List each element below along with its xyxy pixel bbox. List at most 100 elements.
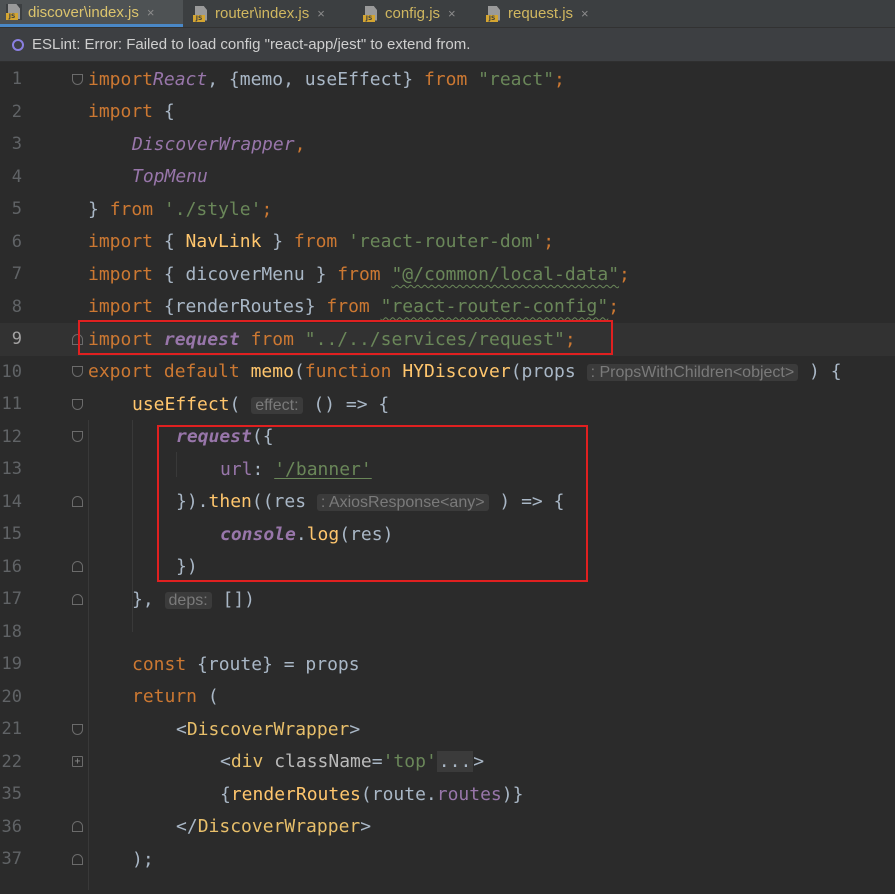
line-number: 21 [1,719,22,740]
close-icon[interactable]: × [448,6,456,21]
fold-marker-icon[interactable] [72,853,83,865]
line-number: 35 [1,784,22,805]
code-token: ( [293,361,305,383]
code-token: import [88,231,154,253]
code-token: , {memo, useEffect} [207,68,424,90]
js-file-icon: JS [486,5,502,22]
code-line: 18 [0,616,895,649]
fold-marker-icon[interactable] [72,496,83,508]
js-file-icon: JS [6,4,22,20]
code-token: from [337,263,381,285]
expand-fold-icon[interactable]: + [72,756,83,768]
fold-marker-icon[interactable] [72,821,83,833]
line-number: 14 [1,491,22,512]
tab-label: discover\index.js [28,3,139,21]
code-token: "react" [478,68,555,90]
editor-tab-bar: JS discover\index.js × JS router\index.j… [0,0,895,28]
line-number: 15 [1,524,22,545]
code-text: <DiscoverWrapper> [176,719,360,740]
code-token: > [349,718,361,740]
fold-marker-icon[interactable] [72,593,83,605]
eslint-error-banner: ESLint: Error: Failed to load config "re… [0,28,895,62]
code-token: useEffect [132,393,230,415]
code-token: , [294,133,306,155]
fold-marker-icon[interactable] [72,73,83,85]
line-number: 7 [11,264,22,285]
fold-marker-icon[interactable] [72,366,83,378]
js-file-icon: JS [193,5,209,22]
code-line: 21 <DiscoverWrapper> [0,713,895,746]
fold-marker-icon[interactable] [72,431,83,443]
code-line: 22 + <div className='top'... > [0,746,895,779]
code-line: 11 useEffect( effect: () => { [0,388,895,421]
highlight-box-request-call [157,425,588,582]
code-token: > [360,816,372,838]
code-editor[interactable]: 1 importReact, {memo, useEffect} from "r… [0,63,895,894]
code-text: const {route} = props [132,654,360,675]
code-line: 37 ); [0,843,895,876]
line-number: 4 [11,166,22,187]
code-token: } [88,198,110,220]
code-token: = [371,751,383,773]
code-text: import { NavLink } from 'react-router-do… [88,231,554,252]
code-text: import { dicoverMenu } from "@/common/lo… [88,264,630,285]
tab-label: request.js [508,5,574,22]
code-text: } from './style'; [88,199,272,220]
code-token: < [220,751,231,773]
tab-config[interactable]: JS config.js × [357,0,477,27]
code-token: 'react-router-dom' [348,231,544,253]
line-number: 3 [11,134,22,155]
close-icon[interactable]: × [317,6,325,21]
line-number: 37 [1,849,22,870]
close-icon[interactable]: × [147,5,155,20]
code-text: TopMenu [132,166,208,187]
code-token: < [176,718,187,740]
code-token: const [132,653,187,675]
code-text: ); [132,849,154,870]
tab-discover-index[interactable]: JS discover\index.js × [0,0,183,27]
code-line: 1 importReact, {memo, useEffect} from "r… [0,63,895,96]
code-token: {route} = props [186,653,360,675]
code-text: export default memo(function HYDiscover(… [88,361,842,382]
close-icon[interactable]: × [581,6,589,21]
code-text: import {renderRoutes} from "react-router… [88,296,619,317]
line-number: 10 [1,361,22,382]
code-token: { dicoverMenu } [153,263,338,285]
code-token: import [88,296,154,318]
code-token: (route. [360,783,437,805]
code-text: }, deps: []) [132,589,255,610]
code-token: } [261,231,294,253]
fold-marker-icon[interactable] [72,398,83,410]
code-line: 3 DiscoverWrapper, [0,128,895,161]
code-token: ; [619,263,630,285]
code-token: ; [261,198,273,220]
code-line: 7 import { dicoverMenu } from "@/common/… [0,258,895,291]
folded-region[interactable]: ... [436,751,474,773]
code-token: ; [554,68,565,90]
fold-marker-icon[interactable] [72,561,83,573]
line-number: 9 [11,329,22,350]
line-number: 22 [1,751,22,772]
tab-request[interactable]: JS request.js × [480,0,610,27]
code-token: from [326,296,370,318]
line-number: 11 [1,394,22,415]
line-number: 16 [1,556,22,577]
code-token: "react-router-config" [380,296,609,318]
code-token: HYDiscover [402,361,511,383]
code-text: import { [88,101,175,122]
code-token: div [230,751,264,773]
code-token: import [88,263,154,285]
code-token: TopMenu [132,166,208,188]
code-token: }, [132,588,165,610]
fold-marker-icon[interactable] [72,723,83,735]
eslint-icon [12,38,24,51]
code-line: 17 }, deps: []) [0,583,895,616]
tab-label: router\index.js [215,5,310,22]
tab-router-index[interactable]: JS router\index.js × [187,0,355,27]
code-token: default [163,361,240,383]
